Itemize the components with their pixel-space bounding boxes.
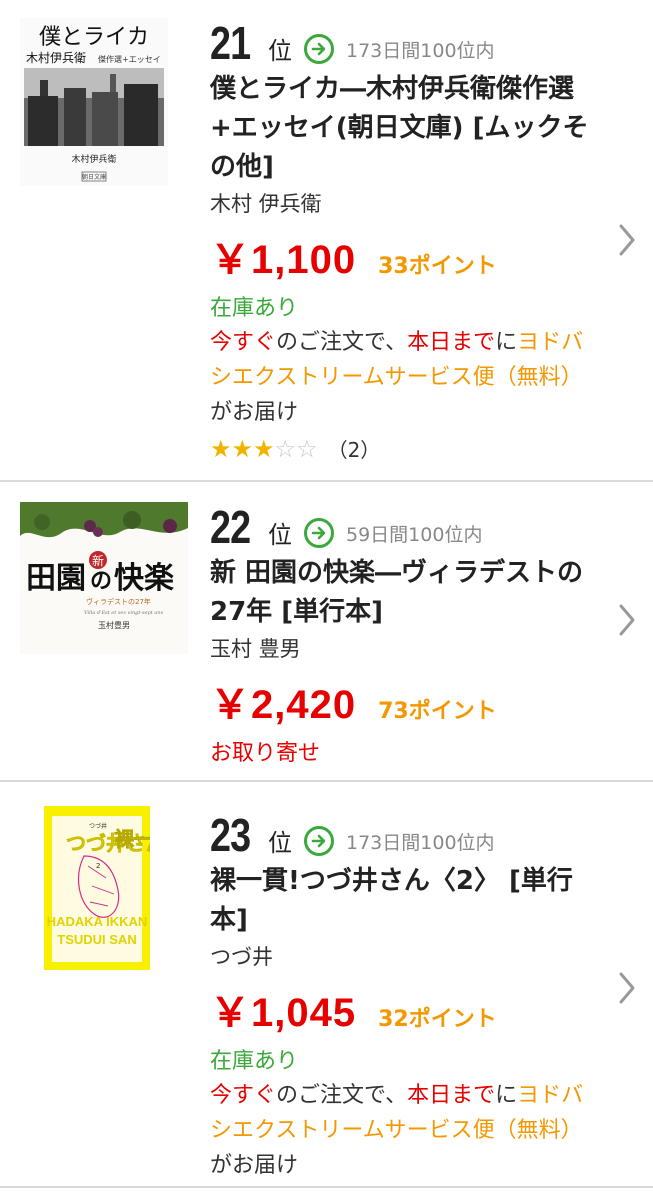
product-author[interactable]: 玉村 豊男 xyxy=(210,634,593,664)
points: 73ポイント xyxy=(378,699,497,724)
rank-row: 22 位 59日間100位内 xyxy=(210,502,593,550)
svg-text:の: の xyxy=(90,568,112,594)
star-filled-icon: ★ xyxy=(210,434,232,463)
chevron-right-icon[interactable] xyxy=(615,220,639,260)
svg-text:新: 新 xyxy=(92,553,104,568)
stock-status: 在庫あり xyxy=(210,296,299,321)
delivery-text: に xyxy=(495,1083,518,1108)
book-cover[interactable]: 田園 新 の 快楽 ヴィラデストの27年 Villa d'Est et ses … xyxy=(20,502,188,654)
rank-duration: 173日間100位内 xyxy=(346,832,495,854)
svg-text:ヴィラデストの27年: ヴィラデストの27年 xyxy=(86,597,151,606)
price-row: ￥1,045 32ポイント xyxy=(210,980,593,1038)
chevron-right-icon[interactable] xyxy=(615,600,639,640)
svg-text:田園: 田園 xyxy=(26,561,86,596)
delivery-text: がお届け xyxy=(210,400,299,425)
star-empty-icon: ☆ xyxy=(274,434,297,463)
delivery-text: に xyxy=(495,330,518,355)
book-cover[interactable]: つづ井 つづ井さん 裸一貫! 2 HADAKA IKKAN TSUDUI SAN xyxy=(44,806,150,970)
stock-status: 在庫あり xyxy=(210,1049,299,1074)
rank-duration: 173日間100位内 xyxy=(346,40,495,62)
svg-text:朝日文庫: 朝日文庫 xyxy=(82,173,106,181)
chevron-right-icon[interactable] xyxy=(615,968,639,1008)
svg-text:傑作選+エッセイ: 傑作選+エッセイ xyxy=(98,54,161,64)
svg-text:Villa d'Est et ses vingt-sept: Villa d'Est et ses vingt-sept ans xyxy=(84,610,164,616)
svg-text:HADAKA IKKAN: HADAKA IKKAN xyxy=(47,914,148,929)
svg-text:木村伊兵衛: 木村伊兵衛 xyxy=(71,153,116,165)
rank-number: 22 xyxy=(210,501,251,553)
list-item[interactable]: 田園 新 の 快楽 ヴィラデストの27年 Villa d'Est et ses … xyxy=(0,482,653,782)
review-count: （2） xyxy=(327,438,381,462)
rank-row: 21 位 173日間100位内 xyxy=(210,18,593,66)
delivery-info: 今すぐのご注文で、本日までにヨドバシエクストリームサービス便（無料）がお届け xyxy=(210,1078,593,1183)
svg-text:快楽: 快楽 xyxy=(114,561,174,596)
cover-image: つづ井 つづ井さん 裸一貫! 2 HADAKA IKKAN TSUDUI SAN xyxy=(44,806,150,970)
arrow-right-circle-icon xyxy=(304,826,334,856)
product-author[interactable]: つづ井 xyxy=(210,942,593,972)
delivery-now: 今すぐ xyxy=(210,330,277,355)
arrow-right-circle-icon xyxy=(304,34,334,64)
item-info: 21 位 173日間100位内 僕とライカ―木村伊兵衛傑作選+エッセイ(朝日文庫… xyxy=(210,18,593,463)
svg-text:僕とライカ: 僕とライカ xyxy=(39,25,149,50)
star-empty-icon: ☆ xyxy=(296,434,318,463)
delivery-text: のご注文で、 xyxy=(276,330,408,355)
cover-image: 田園 新 の 快楽 ヴィラデストの27年 Villa d'Est et ses … xyxy=(20,502,188,654)
delivery-info: 今すぐのご注文で、本日までにヨドバシエクストリームサービス便（無料）がお届け xyxy=(210,325,593,430)
item-info: 23 位 173日間100位内 裸一貫!つづ井さん〈2〉 [単行本] つづ井 ￥… xyxy=(210,810,593,1183)
rank-unit: 位 xyxy=(268,37,292,65)
delivery-today: 本日まで xyxy=(407,330,496,355)
product-title[interactable]: 僕とライカ―木村伊兵衛傑作選+エッセイ(朝日文庫) [ムックその他] xyxy=(210,70,593,187)
rank-unit: 位 xyxy=(268,521,292,549)
product-title[interactable]: 新 田園の快楽―ヴィラデストの27年 [単行本] xyxy=(210,554,593,632)
ranking-list: 僕とライカ 木村伊兵衛 傑作選+エッセイ 木村伊兵衛 朝日文庫 21 位 173… xyxy=(0,0,653,1188)
points: 33ポイント xyxy=(378,254,497,279)
item-info: 22 位 59日間100位内 新 田園の快楽―ヴィラデストの27年 [単行本] … xyxy=(210,502,593,770)
rank-row: 23 位 173日間100位内 xyxy=(210,810,593,858)
rank-duration: 59日間100位内 xyxy=(346,524,483,546)
star-filled-icon: ★ xyxy=(253,434,275,463)
svg-text:TSUDUI SAN: TSUDUI SAN xyxy=(57,932,136,947)
points: 32ポイント xyxy=(378,1007,497,1032)
book-cover[interactable]: 僕とライカ 木村伊兵衛 傑作選+エッセイ 木村伊兵衛 朝日文庫 xyxy=(20,18,168,186)
price-row: ￥1,100 33ポイント xyxy=(210,227,593,285)
price-row: ￥2,420 73ポイント xyxy=(210,672,593,730)
svg-text:裸一貫!: 裸一貫! xyxy=(114,827,150,851)
delivery-now: 今すぐ xyxy=(210,1083,277,1108)
rating[interactable]: ★ ★ ★ ☆ ☆ （2） xyxy=(210,434,593,463)
svg-text:つづ井: つづ井 xyxy=(89,822,107,830)
list-item[interactable]: 僕とライカ 木村伊兵衛 傑作選+エッセイ 木村伊兵衛 朝日文庫 21 位 173… xyxy=(0,0,653,482)
list-item[interactable]: つづ井 つづ井さん 裸一貫! 2 HADAKA IKKAN TSUDUI SAN… xyxy=(0,782,653,1188)
stock-status: お取り寄せ xyxy=(210,741,321,766)
delivery-text: のご注文で、 xyxy=(276,1083,408,1108)
cover-image: 僕とライカ 木村伊兵衛 傑作選+エッセイ 木村伊兵衛 朝日文庫 xyxy=(20,18,168,186)
price: ￥1,100 xyxy=(210,238,357,282)
product-author[interactable]: 木村 伊兵衛 xyxy=(210,189,593,219)
rank-number: 21 xyxy=(210,17,251,69)
svg-text:木村伊兵衛: 木村伊兵衛 xyxy=(26,51,86,65)
rank-unit: 位 xyxy=(268,829,292,857)
rank-number: 23 xyxy=(210,809,251,861)
arrow-right-circle-icon xyxy=(304,518,334,548)
svg-text:2: 2 xyxy=(96,862,100,870)
delivery-text: がお届け xyxy=(210,1153,299,1178)
price: ￥2,420 xyxy=(210,683,357,727)
delivery-today: 本日まで xyxy=(407,1083,496,1108)
svg-text:玉村豊男: 玉村豊男 xyxy=(98,620,130,630)
star-filled-icon: ★ xyxy=(231,434,254,463)
product-title[interactable]: 裸一貫!つづ井さん〈2〉 [単行本] xyxy=(210,862,593,940)
price: ￥1,045 xyxy=(210,991,357,1035)
